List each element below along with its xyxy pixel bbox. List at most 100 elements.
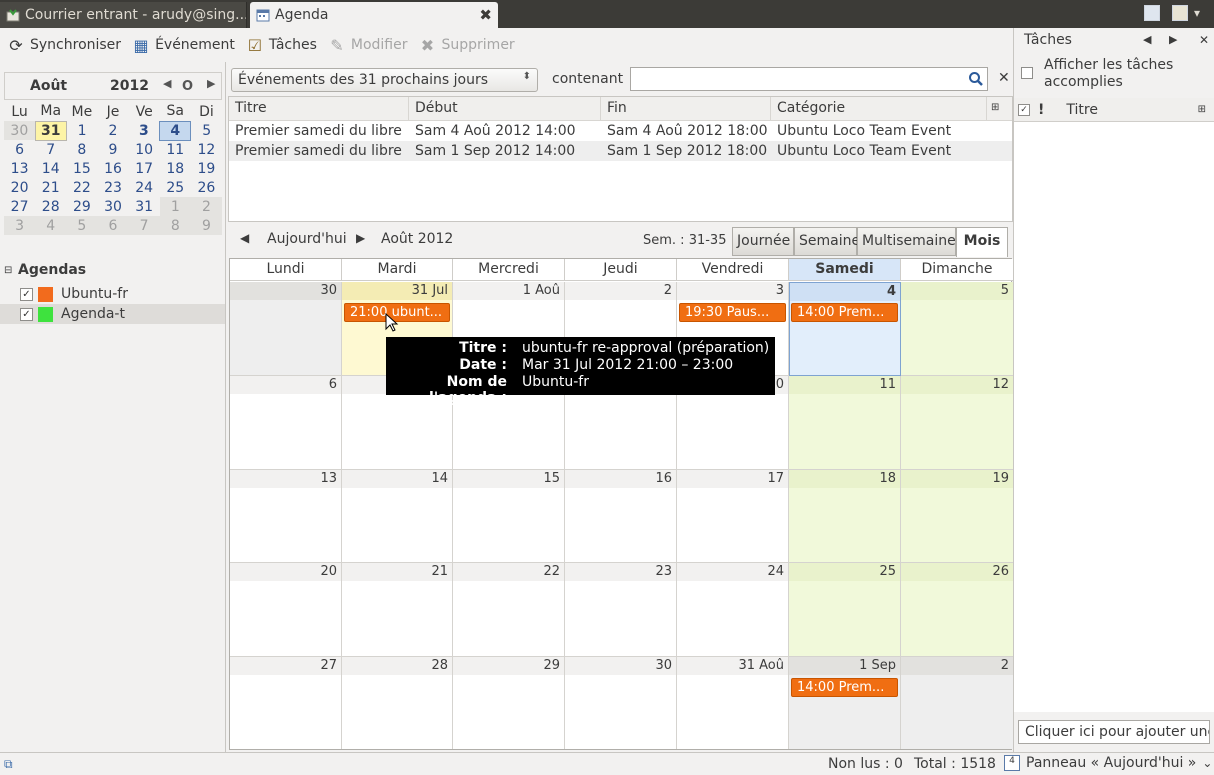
minical-month[interactable]: Août — [30, 78, 67, 94]
agenda-checkbox[interactable]: ✓ — [20, 307, 33, 321]
close-tab-icon[interactable]: ✖ — [479, 6, 492, 24]
day-cell[interactable]: 29 — [453, 657, 565, 749]
column-header-end[interactable]: Fin — [601, 97, 771, 120]
day-cell[interactable]: 27 — [230, 657, 342, 749]
minical-day[interactable]: 17 — [129, 159, 160, 178]
day-cell[interactable]: 11 — [789, 376, 901, 470]
minical-day[interactable]: 30 — [97, 197, 128, 216]
event-row[interactable]: Premier samedi du libre Sam 4 Aoû 2012 1… — [229, 121, 1012, 141]
minical-day[interactable]: 5 — [66, 216, 98, 235]
minical-day[interactable]: 27 — [4, 197, 35, 216]
day-cell[interactable]: 19 — [901, 470, 1013, 563]
close-pane-icon[interactable]: ✕ — [1199, 33, 1209, 47]
column-picker-icon[interactable]: ⊞ — [1198, 104, 1206, 115]
day-cell[interactable]: 6 — [230, 376, 342, 470]
chevron-down-icon[interactable]: ▾ — [1194, 6, 1200, 20]
online-status-icon[interactable]: ⧉ — [4, 757, 13, 772]
minical-day[interactable]: 1 — [159, 197, 191, 216]
agenda-item-agenda-t[interactable]: ✓ Agenda-t — [0, 304, 225, 324]
add-task-input[interactable]: Cliquer ici pour ajouter une — [1018, 720, 1210, 744]
day-cell[interactable]: 21 — [342, 563, 453, 657]
day-cell[interactable]: 30 — [230, 282, 342, 376]
minical-day[interactable]: 16 — [97, 159, 128, 178]
task-done-column-icon[interactable]: ✓ — [1018, 103, 1030, 116]
day-cell[interactable]: 1 Sep — [789, 657, 901, 749]
day-cell[interactable]: 13 — [230, 470, 342, 563]
collapse-icon[interactable]: ⊟ — [4, 265, 12, 276]
minical-day[interactable]: 11 — [160, 140, 191, 159]
minical-day[interactable]: 30 — [4, 121, 36, 140]
event-row[interactable]: Premier samedi du libre Sam 1 Sep 2012 1… — [229, 141, 1012, 161]
minical-day[interactable]: 7 — [128, 216, 160, 235]
day-cell[interactable]: 22 — [453, 563, 565, 657]
minical-day[interactable]: 19 — [191, 159, 222, 178]
day-cell[interactable]: 17 — [677, 470, 789, 563]
tasks-view-icon[interactable] — [1172, 5, 1188, 21]
event-range-select[interactable]: Événements des 31 prochains jours ⬍ — [231, 68, 538, 92]
prev-period-icon[interactable]: ◀ — [240, 231, 249, 245]
next-period-icon[interactable]: ▶ — [356, 231, 365, 245]
agenda-checkbox[interactable]: ✓ — [20, 287, 33, 301]
minical-day[interactable]: 2 — [190, 197, 222, 216]
search-input[interactable] — [630, 67, 988, 91]
column-header-start[interactable]: Début — [409, 97, 601, 120]
minical-day[interactable]: 24 — [129, 178, 160, 197]
day-cell[interactable]: 24 — [677, 563, 789, 657]
delete-button[interactable]: ✖ Supprimer — [418, 35, 515, 55]
calendar-event[interactable]: 19:30 Paus... — [679, 303, 786, 322]
minical-next-icon[interactable]: ▶ — [207, 77, 215, 90]
minical-day[interactable]: 3 — [129, 121, 160, 140]
prev-icon[interactable]: ◀ — [1143, 33, 1151, 46]
day-cell[interactable]: 18 — [789, 470, 901, 563]
minical-day[interactable]: 10 — [129, 140, 160, 159]
minical-day-today[interactable]: 31 — [34, 120, 67, 141]
minical-day[interactable]: 1 — [66, 121, 97, 140]
minical-day[interactable]: 15 — [66, 159, 97, 178]
minical-day[interactable]: 9 — [190, 216, 222, 235]
day-cell[interactable]: 14 — [342, 470, 453, 563]
minical-day[interactable]: 22 — [66, 178, 97, 197]
calendar-view-icon[interactable] — [1144, 5, 1160, 21]
tab-multiweek-view[interactable]: Multisemaine — [857, 227, 956, 256]
day-cell[interactable]: 15 — [453, 470, 565, 563]
minical-day[interactable]: 6 — [97, 216, 129, 235]
calendar-event[interactable]: 14:00 Prem... — [791, 303, 898, 322]
minical-day[interactable]: 31 — [129, 197, 160, 216]
day-cell[interactable]: 20 — [230, 563, 342, 657]
agenda-item-ubuntu-fr[interactable]: ✓ Ubuntu-fr — [0, 284, 225, 304]
column-header-category[interactable]: Catégorie — [771, 97, 987, 120]
modify-button[interactable]: ✎ Modifier — [327, 35, 407, 55]
day-cell[interactable]: 26 — [901, 563, 1013, 657]
task-title-column[interactable]: Titre — [1066, 102, 1098, 118]
minical-prev-icon[interactable]: ◀ — [163, 77, 171, 90]
minical-day[interactable]: 8 — [66, 140, 97, 159]
minical-day[interactable]: 14 — [35, 159, 66, 178]
minical-day[interactable]: 29 — [66, 197, 97, 216]
day-cell[interactable]: 31 Aoû — [677, 657, 789, 749]
tab-day-view[interactable]: Journée — [732, 227, 794, 256]
new-task-button[interactable]: ☑ Tâches — [245, 35, 317, 55]
tab-month-view[interactable]: Mois — [956, 227, 1008, 257]
minical-day[interactable]: 4 — [35, 216, 67, 235]
tab-inbox[interactable]: Courrier entrant - arudy@sing... — [0, 2, 247, 28]
minical-day[interactable]: 3 — [4, 216, 36, 235]
day-cell[interactable]: 12 — [901, 376, 1013, 470]
day-cell[interactable]: 25 — [789, 563, 901, 657]
minical-day-selected[interactable]: 4 — [159, 120, 192, 141]
day-cell-selected[interactable]: 4 — [789, 282, 901, 376]
minical-day[interactable]: 18 — [160, 159, 191, 178]
sync-button[interactable]: ⟳ Synchroniser — [6, 35, 121, 55]
minical-day[interactable]: 28 — [35, 197, 66, 216]
minical-day[interactable]: 20 — [4, 178, 35, 197]
minical-day[interactable]: 2 — [97, 121, 128, 140]
minical-day[interactable]: 9 — [97, 140, 128, 159]
minical-day[interactable]: 5 — [191, 121, 222, 140]
search-icon[interactable] — [968, 71, 984, 87]
minical-day[interactable]: 7 — [35, 140, 66, 159]
tab-week-view[interactable]: Semaine — [794, 227, 860, 256]
tab-agenda[interactable]: Agenda ✖ — [250, 2, 498, 28]
day-cell[interactable]: 5 — [901, 282, 1013, 376]
today-pane-toggle[interactable]: 4 Panneau « Aujourd'hui » ⌄ — [1004, 755, 1212, 771]
column-picker-icon[interactable]: ⊞ — [987, 97, 1012, 120]
show-completed-checkbox[interactable] — [1021, 67, 1033, 79]
